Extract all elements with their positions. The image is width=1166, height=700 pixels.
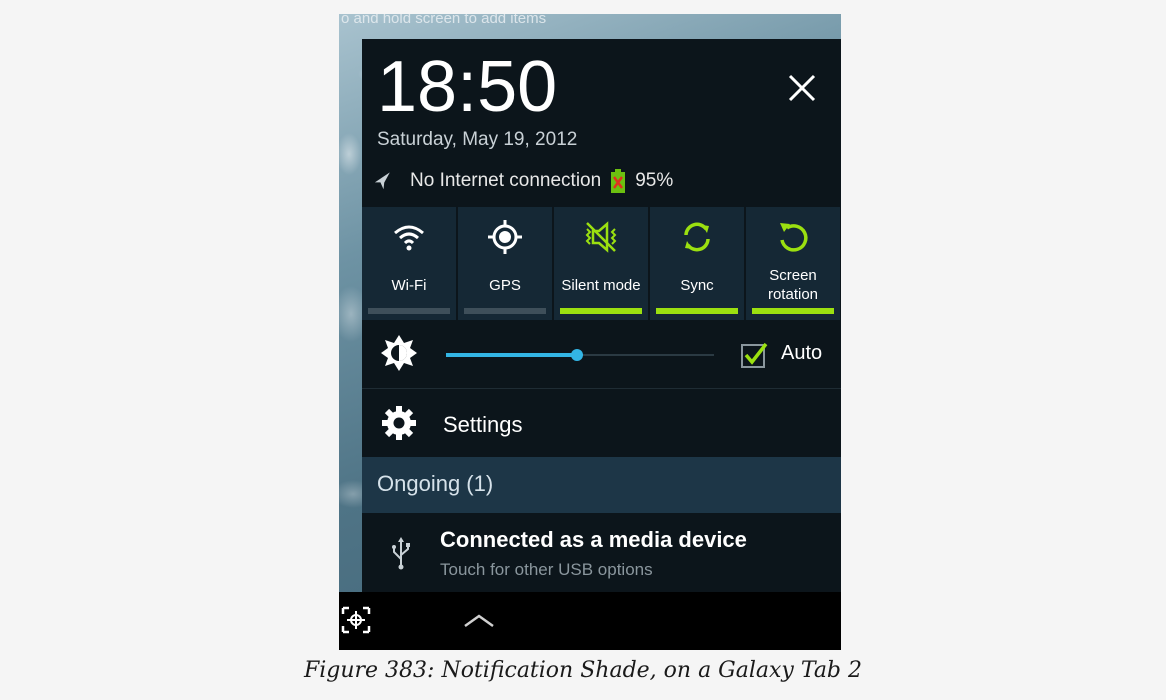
brightness-row: Auto (362, 320, 841, 389)
clock: 18:50 (377, 47, 558, 127)
toggle-screen-rotation[interactable]: Screen rotation (746, 207, 840, 320)
wifi-icon (394, 225, 424, 251)
date: Saturday, May 19, 2012 (377, 129, 578, 150)
wallpaper-hint-text: o and hold screen to add items (341, 14, 547, 27)
figure-caption: Figure 383: Notification Shade, on a Gal… (303, 658, 863, 683)
toggle-indicator (752, 308, 834, 314)
system-nav-bar (339, 592, 841, 650)
sync-icon (684, 222, 710, 252)
toggle-indicator (464, 308, 546, 314)
toggle-silent-mode[interactable]: Silent mode (554, 207, 648, 320)
gps-icon (488, 220, 522, 254)
notification-shade: 18:50 Saturday, May 19, 2012 No Internet… (362, 39, 841, 605)
settings-row[interactable]: Settings (362, 389, 841, 457)
ongoing-label: Ongoing (1) (377, 471, 494, 496)
usb-icon (392, 537, 410, 570)
toggle-label: GPS (489, 276, 521, 294)
quick-toggles: Wi-Fi GPS Silent mode Sync Screen rotati… (362, 207, 841, 320)
toggle-sync[interactable]: Sync (650, 207, 744, 320)
ongoing-header: Ongoing (1) (362, 457, 841, 513)
toggle-indicator (368, 308, 450, 314)
silent-mode-icon (585, 221, 617, 253)
close-icon[interactable] (787, 73, 817, 103)
toggle-label: Silent mode (561, 276, 641, 294)
device-screen: o and hold screen to add items 18:50 Sat… (339, 14, 841, 650)
screen-rotation-icon (780, 223, 808, 252)
toggle-label: Wi-Fi (391, 276, 427, 294)
toggle-indicator (656, 308, 738, 314)
toggle-gps[interactable]: GPS (458, 207, 552, 320)
chevron-up-icon[interactable] (461, 608, 497, 632)
auto-brightness-label: Auto (781, 342, 823, 364)
connection-status: No Internet connection (410, 170, 602, 191)
status-row: No Internet connection 95% (372, 167, 673, 195)
auto-brightness-checkbox[interactable] (740, 341, 768, 369)
screenshot-icon[interactable] (341, 606, 371, 634)
toggle-wifi[interactable]: Wi-Fi (362, 207, 456, 320)
toggle-label: Sync (680, 276, 714, 294)
brightness-slider-fill (446, 353, 576, 357)
airplane-icon (374, 172, 390, 190)
battery-percent: 95% (635, 170, 674, 191)
battery-icon (611, 169, 626, 193)
toggle-indicator (560, 308, 642, 314)
gear-icon (382, 406, 416, 440)
notification-title: Connected as a media device (440, 527, 747, 552)
brightness-slider-thumb[interactable] (571, 349, 583, 361)
brightness-icon (381, 335, 417, 371)
notification-subtitle: Touch for other USB options (440, 560, 653, 579)
toggle-label: Screen rotation (767, 267, 819, 303)
settings-label: Settings (443, 412, 523, 437)
